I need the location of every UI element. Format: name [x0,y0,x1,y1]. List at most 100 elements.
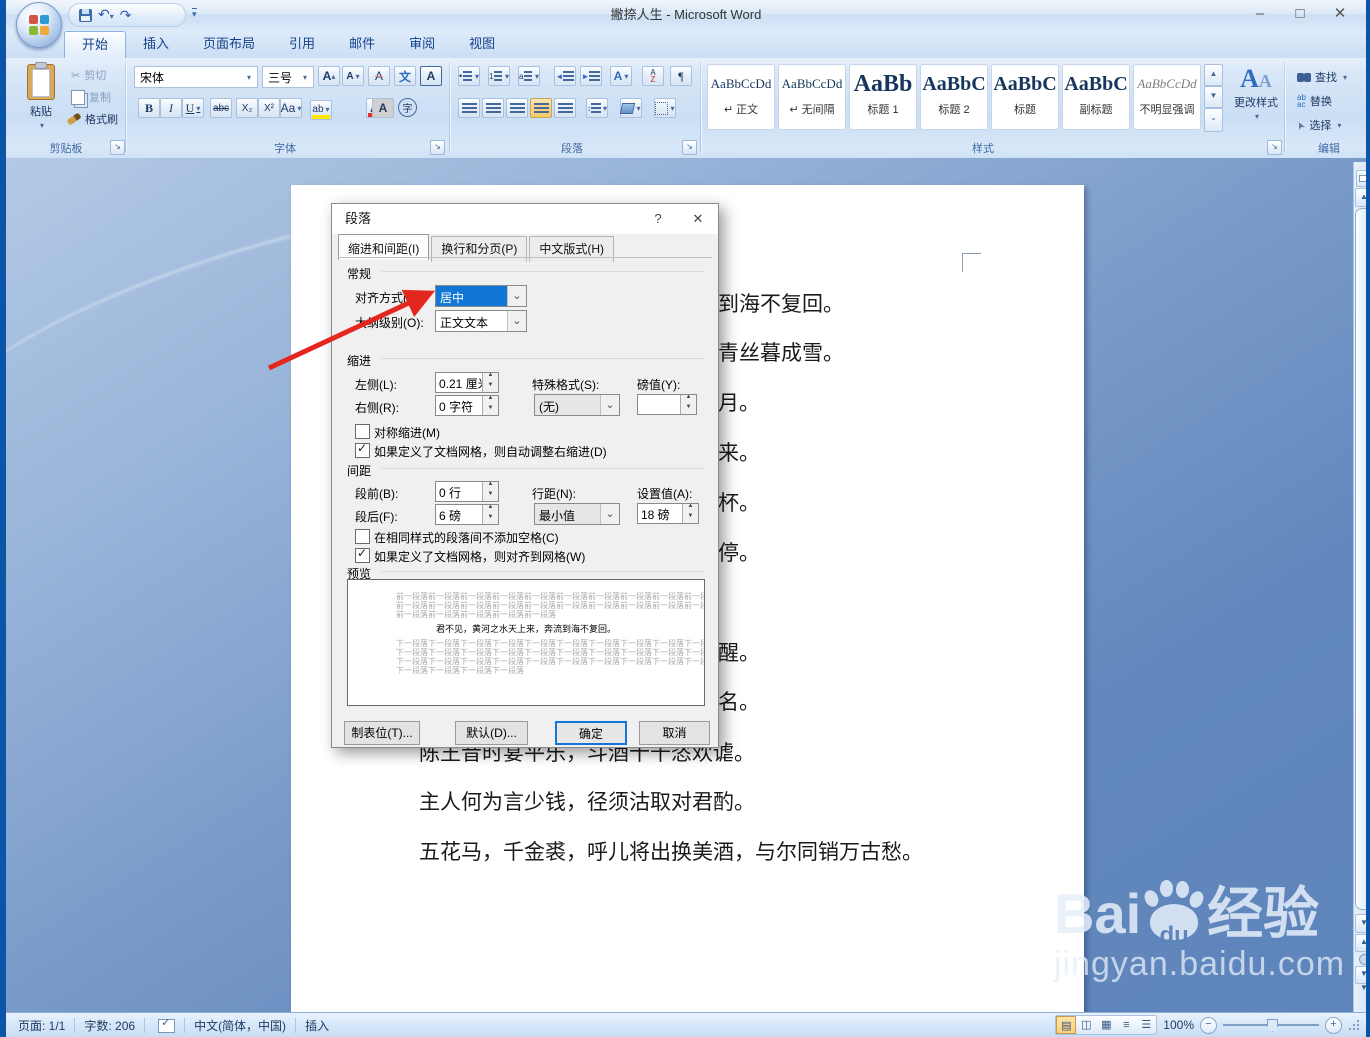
insert-mode-indicator[interactable]: 插入 [305,1017,329,1034]
outline-dropdown-icon[interactable] [507,311,526,331]
by-spinner[interactable] [637,394,697,415]
zoom-slider-thumb[interactable] [1267,1019,1278,1032]
close-button[interactable]: ✕ [1320,1,1360,27]
web-layout-view-icon[interactable]: ▦ [1096,1016,1116,1034]
print-layout-view-icon[interactable]: ▤ [1056,1016,1077,1034]
style-heading2[interactable]: AaBbC 标题 2 [920,64,988,130]
increase-indent-button[interactable]: ► [580,66,602,86]
dialog-help-icon[interactable]: ? [638,204,678,234]
ok-button[interactable]: 确定 [555,721,627,745]
auto-adjust-right-indent-checkbox[interactable] [355,441,370,458]
italic-button[interactable]: I [160,98,182,118]
highlight-button[interactable]: ab [310,99,332,120]
superscript-button[interactable]: X² [258,98,280,118]
paragraph-dialog-launcher-icon[interactable]: ↘ [682,140,697,155]
minimize-button[interactable]: – [1240,1,1280,27]
draft-view-icon[interactable]: ☰ [1136,1016,1156,1034]
font-size-combo[interactable]: 三号 [262,66,314,88]
customize-qat-icon[interactable]: ▾ [192,8,197,19]
align-center-button[interactable] [482,98,504,118]
style-subtle-emphasis[interactable]: AaBbCcDd 不明显强调 [1133,64,1201,130]
numbering-button[interactable]: 1 [488,66,510,86]
enclose-characters-button[interactable]: 字 [398,98,417,117]
language-indicator[interactable]: 中文(简体，中国) [194,1017,286,1034]
bold-button[interactable]: B [138,98,160,118]
replace-button[interactable]: ab ac 替换 [1294,92,1335,110]
sort-button[interactable]: AZ [642,66,664,86]
tab-page-layout[interactable]: 页面布局 [186,30,272,58]
paste-button[interactable]: 粘贴 [20,62,62,131]
format-painter-button[interactable]: 格式刷 [64,110,121,128]
find-button[interactable]: 查找 [1294,68,1350,86]
tab-view[interactable]: 视图 [452,30,512,58]
dialog-tab-line-page-breaks[interactable]: 换行和分页(P) [431,236,528,262]
word-count[interactable]: 字数: 206 [84,1017,135,1034]
zoom-slider[interactable] [1223,1019,1319,1032]
clear-formatting-button[interactable]: A [368,66,390,86]
undo-icon[interactable]: ↶ [98,4,114,27]
special-dropdown-icon[interactable] [600,395,619,415]
grow-font-button[interactable]: A [318,66,340,86]
default-button[interactable]: 默认(D)... [455,721,528,745]
tab-references[interactable]: 引用 [272,30,332,58]
outline-level-combo[interactable]: 正文文本 [435,310,527,332]
tabs-button[interactable]: 制表位(T)... [344,721,420,745]
snap-to-grid-checkbox[interactable] [355,546,370,563]
zoom-in-icon[interactable]: + [1325,1016,1342,1034]
styles-scroll-down-icon[interactable]: ▼ [1204,86,1223,108]
cancel-button[interactable]: 取消 [639,721,710,745]
line-spacing-button[interactable]: ↕ [586,98,608,118]
change-case-button[interactable]: Aa [280,98,302,118]
strikethrough-button[interactable]: abc [210,98,232,118]
redo-icon[interactable]: ↷ [120,5,132,25]
mirror-indents-checkbox[interactable] [355,424,370,439]
line-spacing-combo[interactable]: 最小值 [534,503,620,525]
space-before-spinner[interactable]: 0 行 [435,481,499,502]
align-left-button[interactable] [458,98,480,118]
select-button[interactable]: ➤ 选择 [1294,116,1344,134]
bullets-button[interactable]: • [458,66,480,86]
asian-layout-button[interactable]: A [610,66,632,86]
no-space-same-style-checkbox[interactable] [355,529,370,544]
tab-review[interactable]: 审阅 [392,30,452,58]
special-format-combo[interactable]: (无) [534,394,620,416]
show-hide-pilcrow-button[interactable]: ¶ [670,66,692,86]
borders-button[interactable] [654,98,676,118]
tab-mailings[interactable]: 邮件 [332,30,392,58]
subscript-button[interactable]: X₂ [236,98,258,118]
office-button[interactable] [16,2,62,48]
alignment-combo[interactable]: 居中 [435,285,527,307]
style-subtitle[interactable]: AaBbC 副标题 [1062,64,1130,130]
clipboard-dialog-launcher-icon[interactable]: ↘ [110,140,125,155]
shrink-font-button[interactable]: A [342,66,364,86]
space-after-spinner[interactable]: 6 磅 [435,504,499,525]
ruler-toggle-button[interactable] [1356,170,1366,187]
font-dialog-launcher-icon[interactable]: ↘ [430,140,445,155]
at-spinner[interactable]: 18 磅 [637,503,699,524]
phonetic-guide-button[interactable]: 文 [394,66,416,86]
full-screen-reading-view-icon[interactable]: ◫ [1076,1016,1096,1034]
alignment-dropdown-icon[interactable] [507,286,526,306]
underline-button[interactable]: U [182,98,204,118]
style-heading1[interactable]: AaBb 标题 1 [849,64,917,130]
zoom-out-icon[interactable]: − [1200,1016,1217,1034]
decrease-indent-button[interactable]: ◄ [554,66,576,86]
character-border-button[interactable]: A [420,66,442,86]
page-indicator[interactable]: 页面: 1/1 [18,1017,65,1034]
character-shading-button[interactable]: A [372,98,394,118]
indent-left-spinner[interactable]: 0.21 厘米 [435,372,499,393]
change-styles-button[interactable]: AA 更改样式 [1228,64,1284,122]
resize-grip[interactable] [1348,1019,1360,1031]
save-icon[interactable] [79,8,92,22]
copy-button[interactable]: 复制 [68,88,114,106]
distribute-button[interactable] [554,98,576,118]
style-title[interactable]: AaBbC 标题 [991,64,1059,130]
outline-view-icon[interactable]: ≡ [1116,1016,1136,1034]
align-right-button[interactable] [506,98,528,118]
scrollbar-thumb[interactable] [1355,208,1366,910]
proofing-status-icon[interactable] [158,1016,176,1033]
justify-button[interactable] [530,98,552,118]
styles-dialog-launcher-icon[interactable]: ↘ [1267,140,1282,155]
indent-right-spinner[interactable]: 0 字符 [435,395,499,416]
font-name-combo[interactable]: 宋体 [134,66,258,88]
